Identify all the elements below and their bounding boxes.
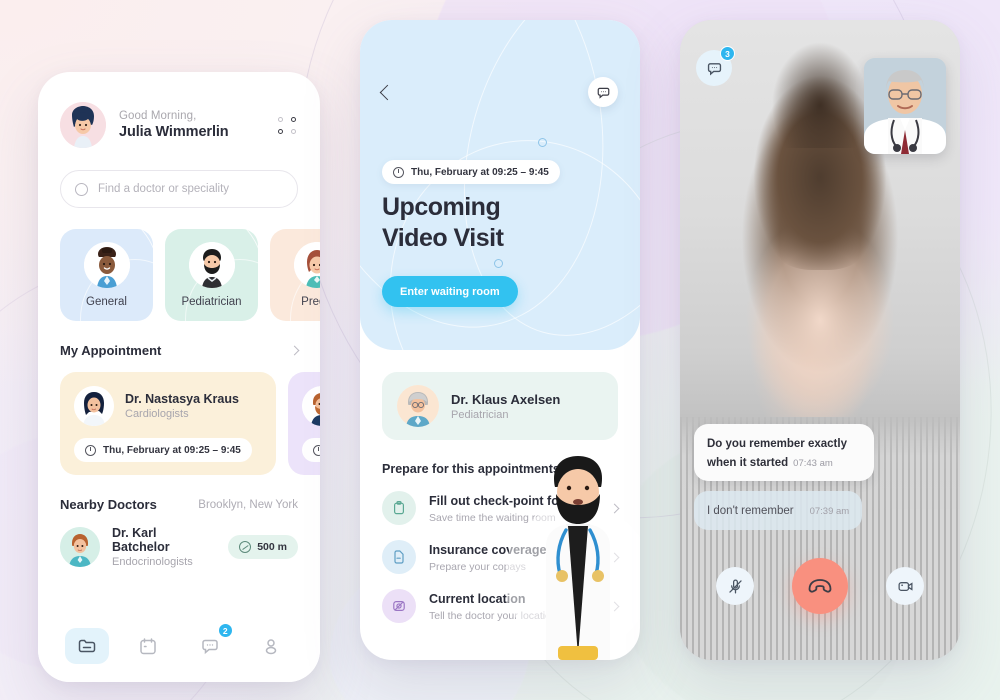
nearby-doctor-specialty: Endocrinologists bbox=[112, 556, 193, 568]
chevron-left-icon[interactable] bbox=[379, 84, 396, 100]
category-avatar bbox=[188, 242, 235, 288]
mic-off-icon bbox=[728, 578, 742, 594]
mic-off-button[interactable] bbox=[716, 567, 754, 605]
chat-icon bbox=[202, 639, 218, 655]
end-call-button[interactable] bbox=[792, 558, 848, 614]
phone-appointment-detail: Thu, February at 09:25 – 9:45 Upcoming V… bbox=[360, 20, 640, 660]
greeting-text: Good Morning, bbox=[119, 110, 197, 122]
search-input[interactable]: Find a doctor or speciality bbox=[60, 170, 298, 208]
message-text: I don't remember bbox=[707, 505, 794, 518]
appointment-time: Thu, February at 09:25 – 9:45 bbox=[103, 444, 241, 456]
nearby-doctor-avatar bbox=[60, 527, 100, 567]
appointment-avatar bbox=[74, 386, 114, 426]
category-label: Pediatrician bbox=[181, 296, 242, 308]
category-card-pediatrician[interactable]: Pediatrician bbox=[165, 229, 258, 321]
title-line-2: Video Visit bbox=[382, 223, 504, 252]
category-card-pregnancy[interactable]: Pregn bbox=[270, 229, 320, 321]
clock-icon bbox=[393, 166, 404, 178]
appointment-avatar bbox=[302, 386, 320, 426]
top-bar bbox=[360, 76, 640, 108]
user-name: Julia Wimmerlin bbox=[119, 124, 229, 140]
doctor-avatar bbox=[397, 385, 439, 427]
tab-calendar[interactable] bbox=[126, 628, 170, 664]
phone-video-call: 3 Do you remember exactly when it starte… bbox=[680, 20, 960, 660]
decor-ring-dot bbox=[538, 138, 547, 147]
appointment-card[interactable]: Fri bbox=[288, 372, 320, 475]
category-row: General Pediatrician Pre bbox=[60, 229, 320, 321]
title-line-1: Upcoming bbox=[382, 193, 501, 221]
phone-home-screen: Good Morning, Julia Wimmerlin Find a doc… bbox=[38, 72, 320, 682]
category-label: Pregn bbox=[301, 296, 320, 308]
appointment-date-pill: Thu, February at 09:25 – 9:45 bbox=[382, 160, 560, 184]
appointment-time-pill: Fri bbox=[302, 438, 320, 462]
chat-bubble-icon bbox=[707, 62, 721, 76]
appointments-section-header: My Appointment bbox=[60, 343, 300, 358]
page-title: Upcoming Video Visit bbox=[382, 192, 504, 253]
chat-message-outgoing: I don't remember 07:39 am bbox=[694, 491, 863, 530]
appointment-card[interactable]: Dr. Nastasya Kraus Cardiologists Thu, Fe… bbox=[60, 372, 276, 475]
message-time: 07:39 am bbox=[809, 506, 850, 518]
chat-bubble-icon[interactable] bbox=[588, 77, 618, 107]
doctor-illustration bbox=[506, 456, 640, 660]
nearby-doctor-name: Dr. Karl Batchelor bbox=[112, 526, 170, 554]
tab-messages[interactable]: 2 bbox=[188, 623, 233, 664]
tab-folder[interactable] bbox=[64, 628, 109, 664]
chat-message-incoming: Do you remember exactly when it started 0… bbox=[694, 424, 874, 482]
doctor-video-thumbnail[interactable] bbox=[864, 58, 946, 154]
location-label: Brooklyn, New York bbox=[198, 498, 298, 511]
avatar[interactable] bbox=[60, 102, 106, 148]
appointment-time-pill: Thu, February at 09:25 – 9:45 bbox=[74, 438, 252, 462]
chevron-right-icon[interactable] bbox=[289, 345, 300, 356]
chat-unread-badge: 3 bbox=[720, 46, 735, 61]
tab-profile[interactable] bbox=[249, 628, 293, 664]
category-label: General bbox=[86, 296, 127, 308]
location-icon bbox=[382, 589, 416, 623]
doctor-card[interactable]: Dr. Klaus Axelsen Pediatrician bbox=[382, 372, 618, 440]
message-time: 07:43 am bbox=[793, 457, 833, 469]
bottom-tab-bar: 2 bbox=[38, 610, 320, 682]
folder-icon bbox=[78, 639, 95, 653]
clock-icon bbox=[85, 444, 96, 456]
user-icon bbox=[266, 639, 277, 655]
appointment-date-text: Thu, February at 09:25 – 9:45 bbox=[411, 166, 549, 178]
search-icon bbox=[75, 182, 88, 196]
category-card-general[interactable]: General bbox=[60, 229, 153, 321]
dot-1 bbox=[278, 116, 283, 122]
camera-button[interactable] bbox=[886, 567, 924, 605]
calendar-icon bbox=[140, 638, 156, 655]
enter-waiting-room-button[interactable]: Enter waiting room bbox=[382, 276, 518, 307]
distance-badge: 500 m bbox=[228, 535, 298, 559]
chat-overlay: Do you remember exactly when it started 0… bbox=[694, 424, 946, 530]
nearby-doctor-row[interactable]: Dr. Karl Batchelor Endocrinologists 500 … bbox=[60, 526, 298, 568]
distance-icon bbox=[239, 541, 252, 553]
dot-3 bbox=[278, 128, 283, 134]
distance-text: 500 m bbox=[257, 541, 287, 553]
header-row: Good Morning, Julia Wimmerlin bbox=[60, 102, 298, 148]
search-placeholder: Find a doctor or speciality bbox=[98, 183, 230, 195]
clipboard-icon bbox=[382, 491, 416, 525]
messages-badge: 2 bbox=[217, 623, 233, 638]
decor-ring-dot bbox=[494, 259, 503, 268]
appointment-doctor-name: Dr. Nastasya Kraus bbox=[125, 392, 239, 406]
chat-float-button[interactable]: 3 bbox=[696, 46, 735, 86]
section-title: My Appointment bbox=[60, 343, 162, 358]
phone-hangup-icon bbox=[808, 579, 832, 593]
clock-icon bbox=[313, 444, 320, 456]
call-controls bbox=[680, 558, 960, 614]
category-avatar bbox=[83, 242, 130, 288]
appointment-specialty: Cardiologists bbox=[125, 408, 189, 420]
document-icon bbox=[382, 540, 416, 574]
nearby-section-header: Nearby Doctors Brooklyn, New York bbox=[60, 497, 298, 512]
doctor-specialty: Pediatrician bbox=[451, 408, 509, 421]
grid-dots-icon[interactable] bbox=[276, 115, 298, 135]
camera-icon bbox=[897, 581, 913, 591]
section-title: Nearby Doctors bbox=[60, 497, 157, 512]
appointment-list: Dr. Nastasya Kraus Cardiologists Thu, Fe… bbox=[60, 372, 320, 475]
doctor-name: Dr. Klaus Axelsen bbox=[451, 391, 561, 407]
dot-2 bbox=[291, 116, 296, 122]
dot-4 bbox=[291, 128, 296, 134]
